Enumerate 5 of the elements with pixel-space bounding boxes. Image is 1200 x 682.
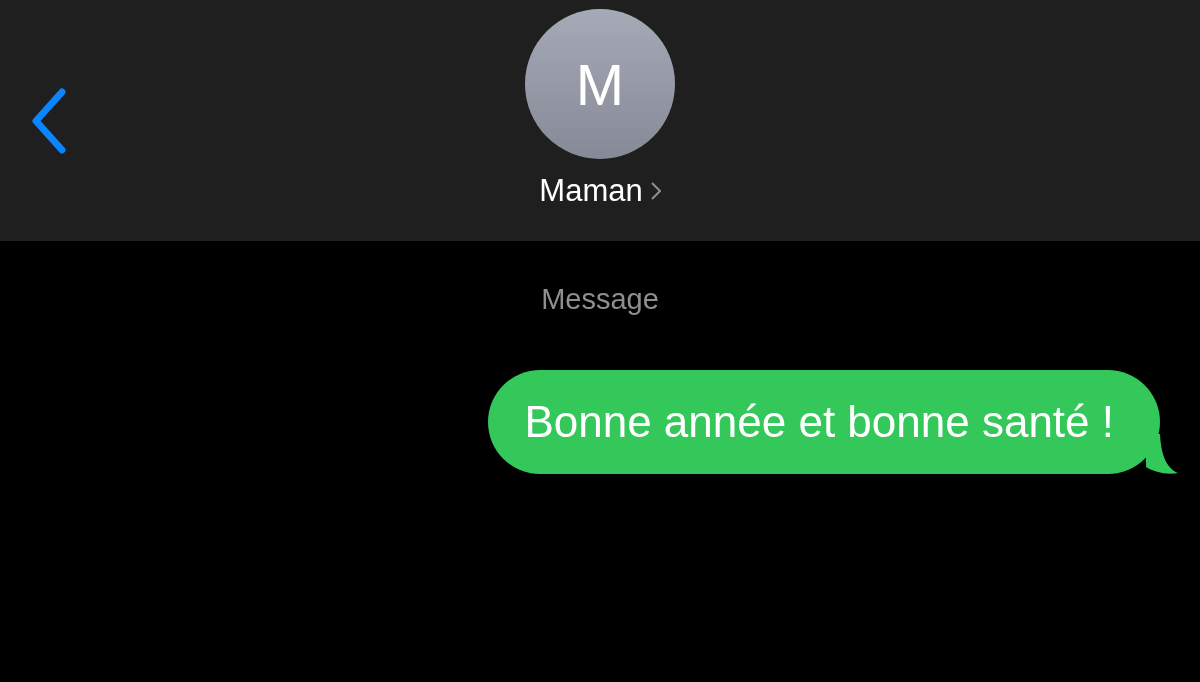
service-label: Message <box>541 283 659 316</box>
message-bubble: Bonne année et bonne santé ! <box>488 370 1160 474</box>
chevron-icon <box>650 182 661 200</box>
bubble-tail <box>1146 434 1178 474</box>
contact-name[interactable]: Maman <box>539 173 661 209</box>
